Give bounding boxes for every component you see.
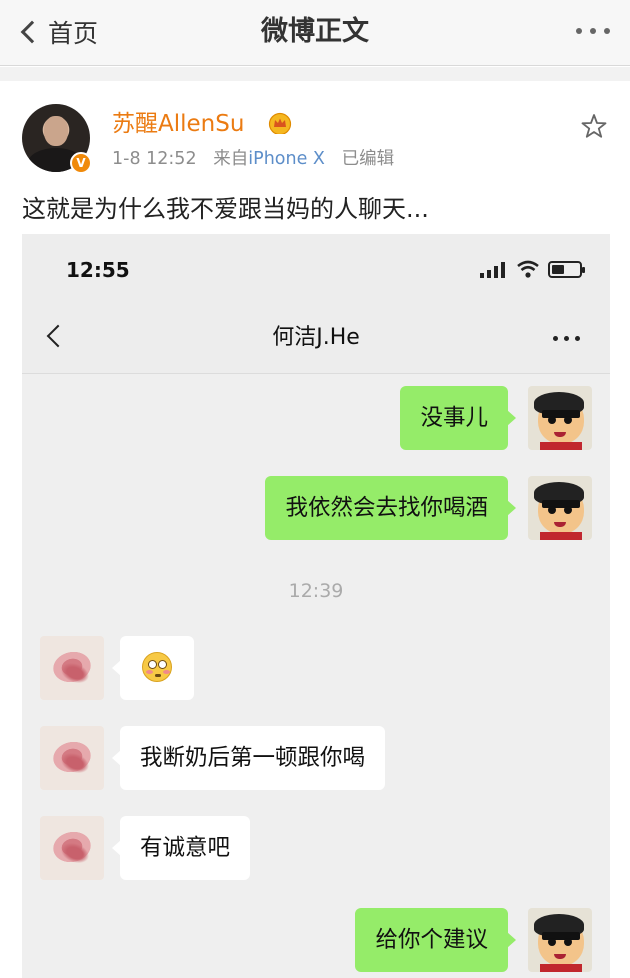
chat-more-icon[interactable] — [553, 336, 580, 341]
post-meta: 1-8 12:52 来自iPhone X 已编辑 — [112, 147, 394, 171]
chat-bubble-received: 有诚意吧 — [111, 816, 251, 880]
signal-icon — [480, 262, 505, 278]
message-text: 我依然会去找你喝酒 — [285, 495, 488, 521]
chat-bubble-sent: 没事儿 — [400, 386, 516, 450]
crown-icon — [268, 112, 292, 134]
message-text: 没事儿 — [420, 405, 488, 431]
message-text: 给你个建议 — [375, 927, 488, 953]
chat-contact-name: 何洁J.He — [272, 325, 360, 350]
post-text: 这就是为什么我不爱跟当妈的人聊天... — [22, 195, 429, 223]
my-avatar[interactable] — [528, 908, 592, 972]
page-title: 微博正文 — [261, 16, 369, 47]
contact-avatar[interactable] — [40, 816, 104, 880]
wifi-icon — [517, 260, 539, 278]
section-divider — [0, 67, 630, 81]
verified-badge-icon: V — [70, 152, 92, 174]
source-prefix: 来自 — [213, 149, 249, 169]
my-avatar[interactable] — [528, 386, 592, 450]
post-time: 1-8 12:52 — [112, 149, 197, 169]
contact-avatar[interactable] — [40, 726, 104, 790]
chat-header: 12:55 何洁J.He — [22, 234, 610, 374]
chat-bubble-sent: 我依然会去找你喝酒 — [265, 476, 516, 540]
post-source[interactable]: iPhone X — [248, 149, 325, 169]
flushed-face-icon — [142, 651, 172, 682]
favorite-star-icon[interactable] — [580, 112, 608, 140]
edited-label[interactable]: 已编辑 — [342, 149, 395, 169]
message-text: 我断奶后第一顿跟你喝 — [140, 745, 366, 771]
chat-bubble-received: 我断奶后第一顿跟你喝 — [111, 726, 386, 790]
post-image[interactable]: 12:55 何洁J.He 没事儿 我依然会去找你喝酒 12:39 我断奶后第一顿… — [22, 234, 610, 978]
contact-avatar[interactable] — [40, 636, 104, 700]
more-options-icon[interactable] — [576, 28, 610, 34]
my-avatar[interactable] — [528, 476, 592, 540]
message-text: 有诚意吧 — [140, 835, 231, 861]
chat-bubble-received — [112, 636, 194, 700]
chat-timestamp: 12:39 — [288, 580, 344, 602]
battery-icon — [548, 261, 585, 278]
author-name[interactable]: 苏醒AllenSu — [112, 108, 244, 140]
chat-bubble-sent: 给你个建议 — [355, 908, 516, 972]
top-nav-bar: 首页 微博正文 — [0, 0, 630, 66]
status-bar-time: 12:55 — [66, 258, 130, 282]
